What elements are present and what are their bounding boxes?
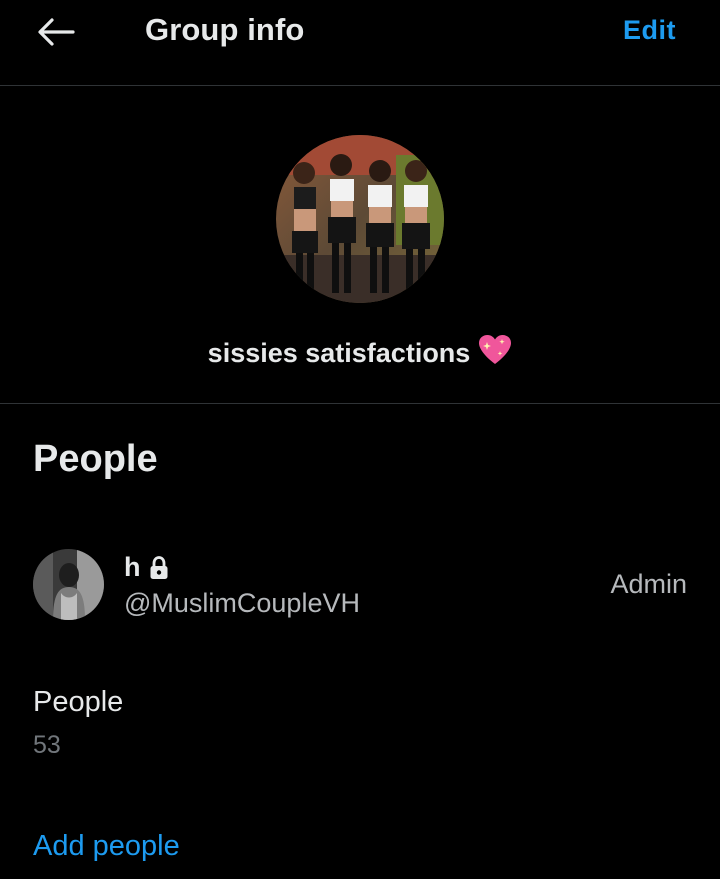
back-arrow-icon <box>38 18 75 46</box>
member-photo <box>33 549 104 620</box>
people-heading: People <box>33 438 158 480</box>
group-name: sissies satisfactions <box>0 334 720 373</box>
page-title: Group info <box>145 12 305 47</box>
group-name-text: sissies satisfactions <box>207 338 471 368</box>
group-header: sissies satisfactions <box>0 86 720 404</box>
group-avatar[interactable] <box>276 135 444 303</box>
avatar[interactable] <box>33 549 104 620</box>
member-role-badge: Admin <box>610 569 687 599</box>
people-count-value: 53 <box>33 731 61 759</box>
member-handle: @MuslimCoupleVH <box>124 588 360 618</box>
lock-icon <box>149 555 169 580</box>
back-button[interactable] <box>30 10 82 54</box>
top-bar: Group info Edit <box>0 0 720 86</box>
member-name: h <box>124 552 141 582</box>
group-photo <box>276 135 444 303</box>
member-row[interactable]: h @MuslimCoupleVH Admin <box>0 532 720 642</box>
people-count-label: People <box>33 686 124 718</box>
member-name-line: h <box>124 552 169 583</box>
add-people-button[interactable]: Add people <box>33 830 180 863</box>
edit-button[interactable]: Edit <box>623 15 676 46</box>
sparkling-heart-icon <box>478 334 512 373</box>
